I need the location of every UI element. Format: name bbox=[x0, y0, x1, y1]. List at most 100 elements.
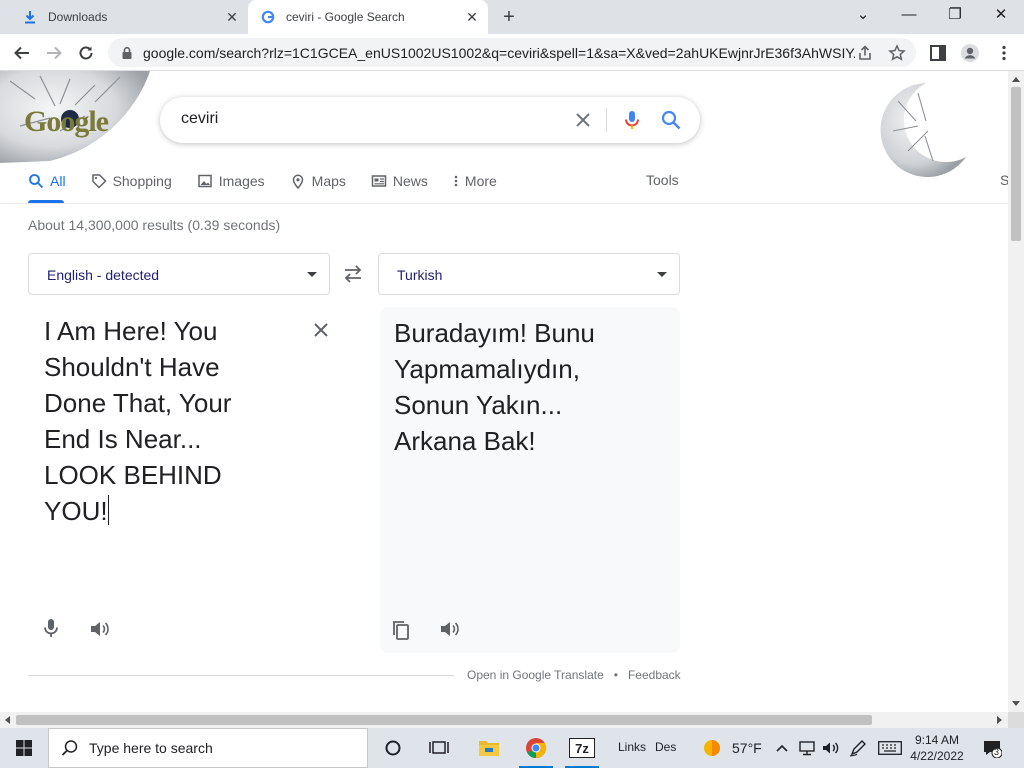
copy-translation-icon[interactable] bbox=[390, 619, 412, 641]
address-bar[interactable]: google.com/search?rlz=1C1GCEA_enUS1002US… bbox=[108, 38, 916, 67]
target-line: Yapmamalıydın, bbox=[394, 354, 580, 384]
new-tab-button[interactable]: + bbox=[498, 6, 520, 28]
pen-ink-icon[interactable] bbox=[849, 739, 867, 757]
tab-images[interactable]: Images bbox=[197, 171, 265, 191]
profile-avatar-icon[interactable] bbox=[960, 43, 980, 63]
translation-output-panel: Buradayım! Bunu Yapmamalıydın, Sonun Yak… bbox=[380, 307, 680, 653]
target-language-select[interactable]: Turkish bbox=[378, 253, 680, 295]
tab-google-search[interactable]: ceviri - Google Search ✕ bbox=[248, 0, 488, 34]
voice-search-mic-icon[interactable] bbox=[622, 109, 642, 131]
target-listen-speaker-icon[interactable] bbox=[438, 618, 460, 640]
scroll-right-arrow-icon[interactable] bbox=[997, 716, 1002, 724]
tab-news[interactable]: News bbox=[371, 171, 428, 191]
search-submit-icon[interactable] bbox=[660, 109, 682, 131]
scrollbar-corner bbox=[1008, 712, 1024, 728]
forward-arrow-icon bbox=[47, 46, 62, 60]
source-language-select[interactable]: English - detected bbox=[28, 253, 330, 295]
tray-chevron-up-icon[interactable] bbox=[776, 743, 788, 753]
source-line: YOU! bbox=[44, 496, 108, 526]
target-line: Arkana Bak! bbox=[394, 426, 536, 456]
windows-logo-icon bbox=[16, 740, 32, 756]
search-results-page: Google ceviri All Shopping Images Maps N… bbox=[0, 71, 1008, 712]
taskbar-clock[interactable]: 9:14 AM 4/22/2022 bbox=[906, 732, 968, 764]
reload-icon bbox=[79, 46, 93, 60]
source-text-input[interactable]: I Am Here! You Shouldn't Have Done That,… bbox=[44, 313, 264, 529]
scroll-down-arrow-icon[interactable] bbox=[1012, 701, 1020, 706]
tab-more[interactable]: More bbox=[453, 171, 497, 191]
desktop-toolbar-label[interactable]: Des bbox=[655, 740, 676, 754]
horizontal-scrollbar[interactable] bbox=[0, 712, 1008, 728]
translate-footer: Open in Google Translate • Feedback bbox=[467, 668, 681, 682]
weather-temperature[interactable]: 57°F bbox=[732, 740, 762, 756]
scroll-left-arrow-icon[interactable] bbox=[5, 716, 10, 724]
back-button[interactable] bbox=[10, 41, 34, 65]
bookmark-star-icon[interactable] bbox=[888, 44, 906, 62]
cortana-button[interactable] bbox=[370, 728, 416, 768]
close-tab-icon[interactable]: ✕ bbox=[464, 9, 480, 25]
tab-maps[interactable]: Maps bbox=[290, 171, 346, 191]
file-explorer-button[interactable] bbox=[466, 728, 512, 768]
minimize-button[interactable]: — bbox=[886, 4, 932, 28]
open-in-google-translate-link[interactable]: Open in Google Translate bbox=[467, 668, 604, 682]
cortana-circle-icon bbox=[385, 740, 401, 756]
windows-taskbar: Type here to search 7z Links Des 57°F 9:… bbox=[0, 728, 1024, 768]
clock-date: 4/22/2022 bbox=[910, 749, 964, 763]
source-line: End Is Near... bbox=[44, 424, 202, 454]
side-panel-icon[interactable] bbox=[928, 43, 948, 63]
menu-more-icon[interactable] bbox=[994, 43, 1014, 63]
task-view-button[interactable] bbox=[416, 728, 462, 768]
tab-all[interactable]: All bbox=[28, 171, 66, 191]
touch-keyboard-icon[interactable] bbox=[878, 741, 902, 755]
7zip-taskbar-button[interactable]: 7z bbox=[559, 728, 605, 768]
weather-sun-icon[interactable] bbox=[702, 738, 722, 758]
tools-button[interactable]: Tools bbox=[646, 172, 679, 188]
start-button[interactable] bbox=[0, 728, 48, 768]
close-tab-icon[interactable]: ✕ bbox=[224, 9, 240, 25]
dropdown-arrow-icon bbox=[307, 272, 317, 277]
source-line: I Am Here! You bbox=[44, 316, 218, 346]
taskbar-search-box[interactable]: Type here to search bbox=[48, 728, 368, 768]
feedback-link[interactable]: Feedback bbox=[628, 668, 681, 682]
swap-languages-icon[interactable] bbox=[342, 264, 364, 284]
result-stats: About 14,300,000 results (0.39 seconds) bbox=[28, 217, 281, 233]
dropdown-arrow-icon bbox=[657, 272, 667, 277]
volume-icon[interactable] bbox=[821, 740, 841, 756]
chrome-taskbar-button[interactable] bbox=[513, 728, 559, 768]
url-text: google.com/search?rlz=1C1GCEA_enUS1002US… bbox=[143, 44, 855, 61]
clear-search-icon[interactable] bbox=[572, 109, 594, 131]
tab-downloads[interactable]: Downloads ✕ bbox=[0, 0, 248, 34]
lock-icon bbox=[122, 46, 132, 59]
chrome-icon bbox=[526, 738, 547, 759]
tab-search-dropdown-icon[interactable]: ⌄ bbox=[840, 4, 886, 28]
source-listen-speaker-icon[interactable] bbox=[88, 618, 110, 640]
window-close-button[interactable]: ✕ bbox=[978, 4, 1024, 28]
map-pin-icon bbox=[292, 174, 303, 189]
source-mic-icon[interactable] bbox=[40, 617, 62, 639]
notification-center-button[interactable]: 3 bbox=[982, 738, 1003, 759]
tab-shopping[interactable]: Shopping bbox=[91, 171, 172, 191]
tab-label: Maps bbox=[311, 173, 346, 189]
vertical-scrollbar[interactable] bbox=[1008, 71, 1024, 712]
safesearch-label-cut[interactable]: S bbox=[1000, 172, 1008, 188]
forward-button[interactable] bbox=[42, 41, 66, 65]
search-box[interactable]: ceviri bbox=[160, 97, 700, 143]
source-line: LOOK BEHIND bbox=[44, 460, 222, 490]
footer-separator: • bbox=[613, 668, 618, 682]
back-arrow-icon bbox=[14, 46, 29, 60]
google-logo[interactable]: Google bbox=[24, 105, 109, 139]
tab-label: News bbox=[392, 173, 428, 189]
share-icon[interactable] bbox=[856, 44, 874, 62]
reload-button[interactable] bbox=[74, 41, 98, 65]
restore-button[interactable]: ❐ bbox=[932, 4, 978, 28]
horizontal-scroll-thumb[interactable] bbox=[16, 715, 872, 725]
vertical-scroll-thumb[interactable] bbox=[1011, 87, 1021, 241]
google-icon bbox=[260, 9, 276, 25]
network-icon[interactable] bbox=[797, 740, 817, 756]
screen: Downloads ✕ ceviri - Google Search ✕ + ⌄… bbox=[0, 0, 1024, 768]
links-toolbar-label[interactable]: Links bbox=[618, 740, 646, 754]
scroll-up-arrow-icon[interactable] bbox=[1012, 77, 1020, 82]
news-icon bbox=[371, 175, 387, 187]
search-input[interactable]: ceviri bbox=[181, 110, 218, 128]
clear-source-icon[interactable] bbox=[312, 321, 330, 339]
target-line: Sonun Yakın... bbox=[394, 390, 563, 420]
